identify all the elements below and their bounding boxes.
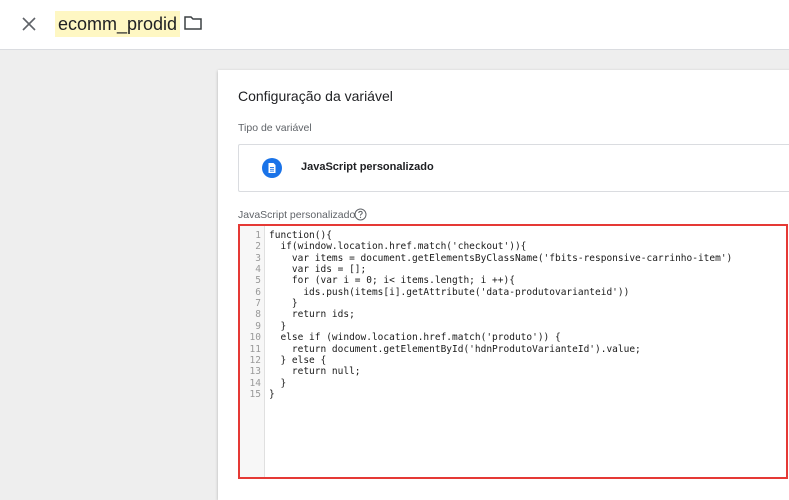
line-number: 8 <box>255 309 261 321</box>
code-text: var items = document.getElementsByClassN… <box>269 252 733 264</box>
line-number: 4 <box>255 264 261 276</box>
line-number: 5 <box>255 275 261 287</box>
code-text: for (var i = 0; i< items.length; i ++){ <box>269 275 515 287</box>
line-number: 14 <box>249 377 261 389</box>
line-number: 11 <box>249 343 261 355</box>
help-icon[interactable] <box>354 208 367 221</box>
document-icon <box>262 158 282 178</box>
code-text: if(window.location.href.match('checkout'… <box>269 241 527 253</box>
code-editor[interactable]: 1 function(){ 2 if(window.location.href.ma… <box>238 224 788 479</box>
code-text: } <box>269 298 298 310</box>
line-number: 10 <box>249 332 261 344</box>
code-text: else if (window.location.href.match('pro… <box>269 332 561 344</box>
code-text: function(){ <box>269 230 332 241</box>
line-number: 7 <box>255 298 261 310</box>
line-number: 2 <box>255 241 261 253</box>
line-number: 13 <box>249 366 261 378</box>
variable-config-card: Configuração da variável Tipo de variáve… <box>218 70 789 500</box>
code-text: } <box>269 377 287 389</box>
code-text: return ids; <box>269 309 355 321</box>
code-text: ids.push(items[i].getAttribute('data-pro… <box>269 286 630 298</box>
variable-name-input[interactable]: ecomm_prodid <box>55 11 181 37</box>
line-number: 3 <box>255 252 261 264</box>
line-number: 12 <box>249 354 261 366</box>
code-text: return document.getElementById('hdnProdu… <box>269 343 641 355</box>
code-text: var ids = []; <box>269 264 367 276</box>
code-text: } else { <box>269 354 327 366</box>
code-label: JavaScript personalizado <box>238 209 356 221</box>
variable-type-label: Tipo de variável <box>238 122 312 134</box>
line-number: 6 <box>255 286 261 298</box>
code-text: return null; <box>269 366 361 378</box>
line-number: 1 <box>255 230 261 241</box>
line-number: 15 <box>249 388 261 400</box>
close-icon[interactable] <box>18 13 40 35</box>
card-title: Configuração da variável <box>238 88 393 104</box>
code-text: } <box>269 320 287 332</box>
variable-type-value: JavaScript personalizado <box>301 161 434 173</box>
line-number: 9 <box>255 320 261 332</box>
code-text: } <box>269 388 275 400</box>
folder-icon[interactable] <box>183 14 203 32</box>
variable-type-selector[interactable]: JavaScript personalizado <box>238 144 789 192</box>
top-bar: ecomm_prodid <box>0 0 789 50</box>
